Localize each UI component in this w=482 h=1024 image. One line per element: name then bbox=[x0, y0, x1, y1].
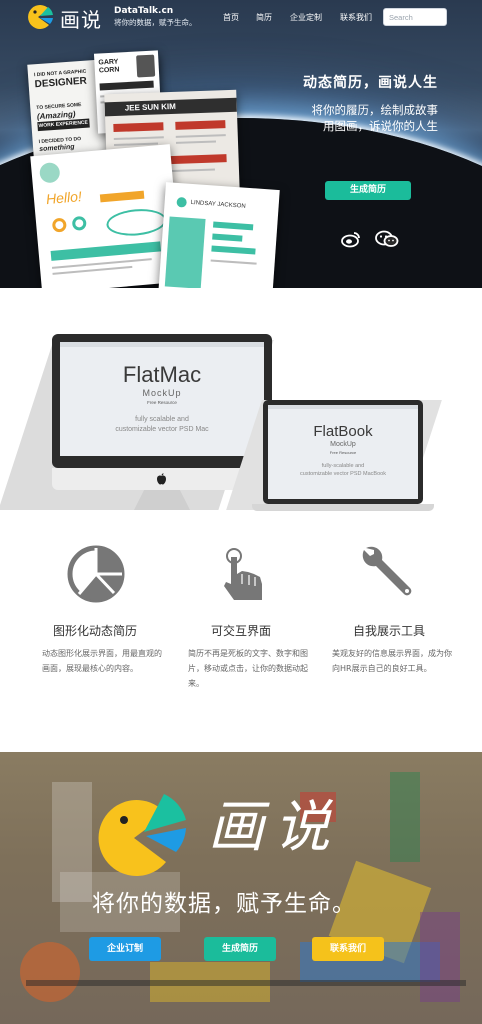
macbook-title: FlatBook bbox=[313, 423, 373, 440]
wrench-icon bbox=[362, 546, 412, 596]
decor-shape bbox=[26, 980, 466, 986]
hero-subtitle-line: 将你的履历，绘制成故事 bbox=[311, 103, 439, 117]
feature-title: 自我展示工具 bbox=[352, 624, 425, 638]
imac-free: Free Resource bbox=[147, 400, 177, 405]
resume-sample-5: LINDSAY JACKSON bbox=[158, 182, 280, 288]
macbook-desc: customizable vector PSD MacBook bbox=[300, 471, 386, 477]
bottom-banner: 画说 将你的数据，赋予生命。 企业订制 生成简历 联系我们 bbox=[0, 752, 482, 1024]
decor-shape bbox=[20, 942, 80, 1002]
wechat-icon[interactable] bbox=[375, 230, 399, 248]
nav-enterprise[interactable]: 企业定制 bbox=[290, 12, 322, 23]
pie-chart-icon bbox=[67, 545, 125, 603]
macbook-screen: FlatBook MockUp Free Resource fully-scal… bbox=[268, 405, 418, 499]
feature-title: 图形化动态简历 bbox=[52, 624, 137, 638]
weibo-icon[interactable] bbox=[341, 230, 361, 248]
feature-description: 动态图形化展示界面，用最直观的画面，展现最核心的内容。 bbox=[42, 649, 162, 673]
logo-domain: DataTalk.cn bbox=[114, 6, 174, 16]
nav-home[interactable]: 首页 bbox=[223, 12, 239, 23]
big-logo-mark-icon bbox=[98, 794, 186, 876]
resume-text: JEE SUN KIM bbox=[124, 101, 177, 113]
apple-logo-icon bbox=[157, 473, 166, 485]
feature-title: 可交互界面 bbox=[210, 624, 271, 638]
macbook-subtitle: MockUp bbox=[330, 441, 356, 448]
imac-screen: FlatMac MockUp Free Resource fully scala… bbox=[60, 342, 264, 456]
resume-sample-4: Hello! bbox=[30, 144, 182, 288]
imac-desc: fully scalable and bbox=[135, 416, 189, 423]
features-section: 图形化动态简历 动态图形化展示界面，用最直观的画面，展现最核心的内容。 可交互界… bbox=[0, 534, 482, 752]
imac-desc: customizable vector PSD Mac bbox=[115, 426, 209, 433]
macbook-base bbox=[252, 504, 434, 511]
hero-title: 动态简历，画说人生 bbox=[303, 75, 438, 91]
resume-text: CORN bbox=[98, 66, 120, 75]
macbook-desc: fully-scalable and bbox=[321, 463, 365, 469]
logo-tagline: 将你的数据，赋予生命。 bbox=[114, 18, 197, 27]
portrait bbox=[136, 54, 156, 78]
generate-resume-button[interactable]: 生成简历 bbox=[325, 181, 411, 200]
enterprise-order-button[interactable]: 企业订制 bbox=[89, 937, 161, 961]
hero-section: 画说 DataTalk.cn 将你的数据，赋予生命。 首页 简历 企业定制 联系… bbox=[0, 0, 482, 288]
hand-pointer-icon bbox=[224, 548, 262, 600]
nav-resume[interactable]: 简历 bbox=[256, 12, 272, 23]
macbook-free: Free Resource bbox=[329, 450, 357, 455]
hero-subtitle: 将你的履历，绘制成故事 用图画，诉说你的人生 bbox=[288, 102, 439, 134]
imac-subtitle: MockUp bbox=[142, 388, 182, 398]
resume-text: LINDSAY JACKSON bbox=[190, 199, 246, 210]
decor-shape bbox=[390, 772, 420, 862]
banner-slogan: 将你的数据，赋予生命。 bbox=[92, 891, 356, 917]
feature-description: 简历不再是死板的文字、数字和图片，移动或点击，让你的数据动起来。 bbox=[188, 649, 308, 688]
resume-text: Hello! bbox=[45, 188, 83, 208]
hero-subtitle-line: 用图画，诉说你的人生 bbox=[323, 119, 438, 133]
logo-text[interactable]: 画说 bbox=[60, 4, 102, 33]
decor-shape bbox=[420, 912, 460, 1002]
generate-resume-button-2[interactable]: 生成简历 bbox=[204, 937, 276, 961]
nav-contact[interactable]: 联系我们 bbox=[340, 12, 372, 23]
search-input[interactable] bbox=[383, 8, 447, 26]
navbar: 画说 DataTalk.cn 将你的数据，赋予生命。 首页 简历 企业定制 联系… bbox=[0, 0, 482, 34]
feature-description: 美观友好的信息展示界面，成为你向HR展示自己的良好工具。 bbox=[332, 649, 452, 673]
imac-title: FlatMac bbox=[122, 362, 202, 387]
devices-section: FlatMac MockUp Free Resource fully scala… bbox=[0, 288, 482, 534]
resume-text: DESIGNER bbox=[34, 75, 88, 91]
logo-mark-icon[interactable] bbox=[26, 5, 54, 29]
contact-us-button[interactable]: 联系我们 bbox=[312, 937, 384, 961]
banner-logo-text: 画说 bbox=[208, 795, 340, 860]
